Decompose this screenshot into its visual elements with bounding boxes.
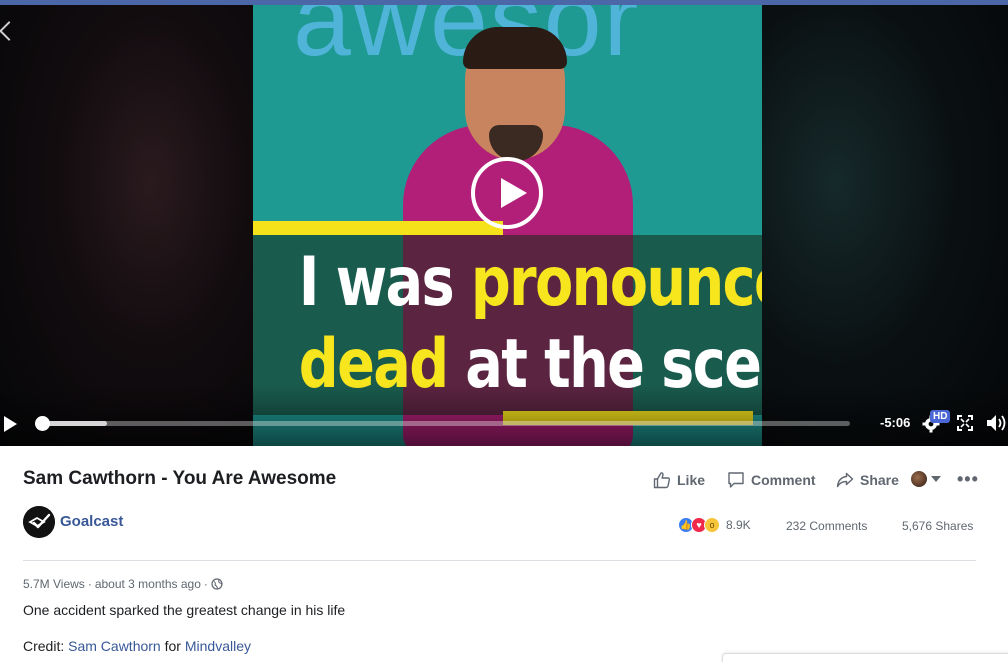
credit-org-link[interactable]: Mindvalley [185,638,251,654]
share-label: Share [860,472,899,488]
volume-icon[interactable] [986,414,1008,432]
speaker-hair [463,27,567,69]
caption-line-1: I was pronounced [298,243,762,322]
comment-bubble-icon [728,472,744,488]
credit-line: Credit: Sam Cawthorn for Mindvalley [23,638,251,654]
comment-label: Comment [751,472,816,488]
credit-person-link[interactable]: Sam Cawthorn [68,638,161,654]
caption-line-1-white: I was [298,243,455,322]
caret-down-icon [931,476,941,482]
reaction-count: 8.9K [726,518,751,532]
like-label: Like [677,472,706,488]
play-icon [501,178,527,208]
video-title: Sam Cawthorn - You Are Awesome [23,468,337,489]
video-player[interactable]: awesor I was pronounced dead at the scen… [0,5,1008,446]
scrubber-handle[interactable] [35,416,50,431]
avatar [911,471,927,487]
video-post-page: awesor I was pronounced dead at the scen… [0,0,1008,662]
play-overlay-button[interactable] [471,157,543,229]
goalcast-logo-avatar[interactable] [23,506,55,538]
globe-icon[interactable] [211,578,223,590]
progress-scrubber[interactable] [35,416,850,431]
credit-prefix: Credit: [23,638,65,654]
comment-button[interactable]: Comment [727,471,816,489]
meta-separator-2: · [203,577,208,591]
divider [23,560,976,561]
thumbs-up-icon [653,472,671,489]
post-meta: 5.7M Views · about 3 months ago · [23,577,223,591]
share-button[interactable]: Share [836,471,899,489]
video-letterbox-right [762,5,1008,446]
audience-selector[interactable] [911,471,941,487]
video-letterbox-left [0,5,253,446]
play-button[interactable] [4,416,17,432]
shares-count-link[interactable]: 5,676 Shares [902,519,973,533]
fullscreen-icon[interactable] [957,415,973,431]
hd-badge: HD [930,410,951,423]
caption-accent-top [253,221,503,235]
meta-separator: · [87,577,92,591]
more-options-button[interactable]: ••• [957,469,979,490]
post-description: One accident sparked the greatest change… [23,602,346,618]
views-count: 5.7M Views [23,577,85,591]
credit-joiner: for [164,638,181,654]
post-timestamp[interactable]: about 3 months ago [95,577,201,591]
controls-gradient [0,385,1008,446]
wow-reaction-icon: o [704,517,720,533]
reactions-summary[interactable]: 👍 ♥ o 8.9K [678,517,751,533]
page-name-link[interactable]: Goalcast [60,513,123,530]
corner-panel [722,653,1008,662]
share-arrow-icon [836,472,854,488]
progress-buffered [42,421,107,426]
time-remaining: -5:06 [880,415,911,430]
caption-line-1-yellow: pronounced [470,243,762,322]
like-button[interactable]: Like [653,471,705,489]
comments-count-link[interactable]: 232 Comments [786,519,867,533]
